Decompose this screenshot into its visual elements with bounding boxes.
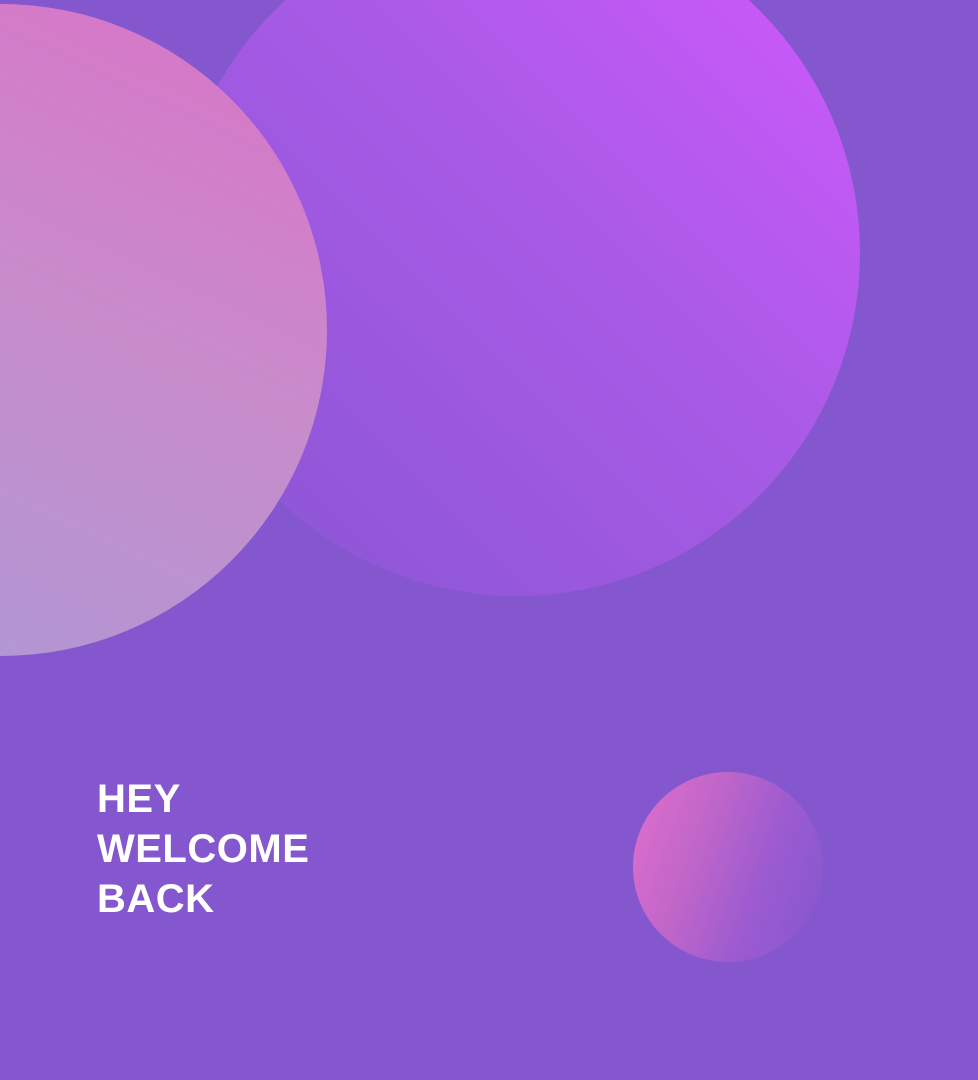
welcome-line-welcome: WELCOME [97, 827, 310, 871]
welcome-line-back: BACK [97, 877, 215, 921]
decorative-circle-small [633, 772, 823, 962]
welcome-line-hey: HEY [97, 777, 181, 821]
welcome-screen: HEY WELCOME BACK [0, 0, 978, 1080]
welcome-heading: HEY WELCOME BACK [97, 774, 309, 924]
